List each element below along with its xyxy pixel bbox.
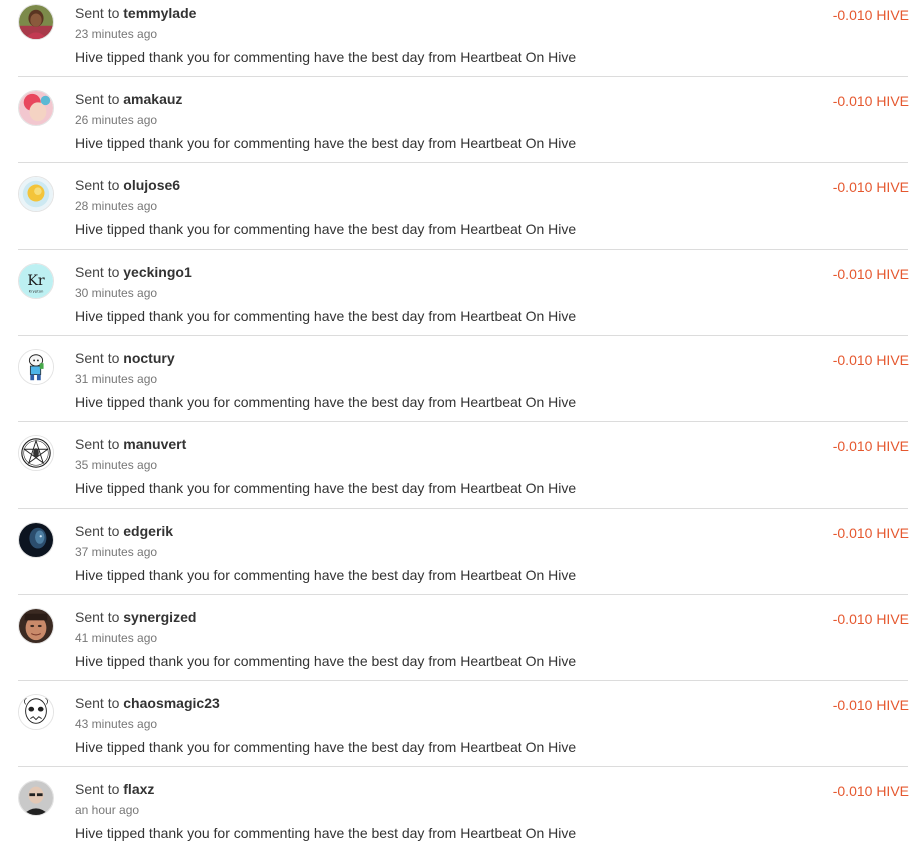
transfer-title: Sent to amakauz: [75, 91, 182, 108]
user-avatar-flaxz[interactable]: [18, 780, 54, 816]
transfer-memo: Hive tipped thank you for commenting hav…: [75, 825, 577, 841]
transfer-prefix: Sent to: [75, 350, 120, 366]
transfer-amount: -0.010 HIVE: [832, 525, 909, 541]
user-avatar-edgerik[interactable]: [18, 522, 54, 558]
timestamp: 37 minutes ago: [75, 545, 158, 559]
transfer-prefix: Sent to: [75, 695, 120, 711]
transfer-title: Sent to manuvert: [75, 436, 186, 453]
transfer-title: Sent to flaxz: [75, 781, 154, 798]
transfer-memo: Hive tipped thank you for commenting hav…: [75, 480, 577, 496]
transfer-memo: Hive tipped thank you for commenting hav…: [75, 567, 577, 583]
user-avatar-olujose6[interactable]: [18, 176, 54, 212]
recipient-link[interactable]: manuvert: [123, 436, 186, 452]
user-avatar-amakauz[interactable]: [18, 90, 54, 126]
transfer-amount: -0.010 HIVE: [832, 266, 909, 282]
transfer-amount: -0.010 HIVE: [832, 697, 909, 713]
transfer-amount: -0.010 HIVE: [832, 352, 909, 368]
transfer-amount: -0.010 HIVE: [832, 611, 909, 627]
recipient-link[interactable]: temmylade: [123, 5, 196, 21]
transfer-prefix: Sent to: [75, 91, 120, 107]
transfer-title: Sent to olujose6: [75, 177, 180, 194]
krypton-name-text: Krypton: [29, 289, 44, 293]
recipient-link[interactable]: noctury: [123, 350, 174, 366]
row-divider: [18, 680, 908, 681]
transfer-title: Sent to temmylade: [75, 5, 196, 22]
row-divider: [18, 594, 908, 595]
transfer-history-list: Sent to temmylade 23 minutes ago Hive ti…: [0, 0, 923, 848]
user-avatar-temmylade[interactable]: [18, 4, 54, 40]
row-divider: [18, 76, 908, 77]
row-divider: [18, 508, 908, 509]
recipient-link[interactable]: yeckingo1: [123, 264, 191, 280]
transfer-memo: Hive tipped thank you for commenting hav…: [75, 653, 577, 669]
user-avatar-chaosmagic23[interactable]: [18, 694, 54, 730]
timestamp: 35 minutes ago: [75, 458, 158, 472]
transfer-prefix: Sent to: [75, 523, 120, 539]
transfer-amount: -0.010 HIVE: [832, 7, 909, 23]
recipient-link[interactable]: edgerik: [123, 523, 173, 539]
transfer-amount: -0.010 HIVE: [832, 783, 909, 799]
row-divider: [18, 162, 908, 163]
transfer-memo: Hive tipped thank you for commenting hav…: [75, 394, 577, 410]
row-divider: [18, 766, 908, 767]
timestamp: 28 minutes ago: [75, 199, 158, 213]
transfer-title: Sent to yeckingo1: [75, 264, 192, 281]
timestamp: 31 minutes ago: [75, 372, 158, 386]
transfer-prefix: Sent to: [75, 609, 120, 625]
krypton-symbol-text: Kr: [27, 273, 45, 289]
recipient-link[interactable]: olujose6: [123, 177, 180, 193]
transfer-row: Sent to manuvert 35 minutes ago Hive tip…: [0, 433, 923, 519]
transfer-row: Sent to flaxz an hour ago Hive tipped th…: [0, 778, 923, 848]
row-divider: [18, 249, 908, 250]
recipient-link[interactable]: flaxz: [123, 781, 154, 797]
transfer-amount: -0.010 HIVE: [832, 93, 909, 109]
recipient-link[interactable]: chaosmagic23: [123, 695, 220, 711]
transfer-prefix: Sent to: [75, 436, 120, 452]
timestamp: 30 minutes ago: [75, 286, 158, 300]
transfer-memo: Hive tipped thank you for commenting hav…: [75, 308, 577, 324]
transfer-title: Sent to synergized: [75, 609, 196, 626]
recipient-link[interactable]: amakauz: [123, 91, 182, 107]
transfer-memo: Hive tipped thank you for commenting hav…: [75, 49, 577, 65]
transfer-title: Sent to noctury: [75, 350, 175, 367]
timestamp: 43 minutes ago: [75, 717, 158, 731]
timestamp: 26 minutes ago: [75, 113, 158, 127]
transfer-prefix: Sent to: [75, 5, 120, 21]
transfer-memo: Hive tipped thank you for commenting hav…: [75, 135, 577, 151]
user-avatar-noctury[interactable]: [18, 349, 54, 385]
timestamp: 23 minutes ago: [75, 27, 158, 41]
transfer-prefix: Sent to: [75, 781, 120, 797]
row-divider: [18, 421, 908, 422]
transfer-amount: -0.010 HIVE: [832, 438, 909, 454]
row-divider: [18, 335, 908, 336]
timestamp: 41 minutes ago: [75, 631, 158, 645]
transfer-memo: Hive tipped thank you for commenting hav…: [75, 739, 577, 755]
recipient-link[interactable]: synergized: [123, 609, 196, 625]
user-avatar-manuvert[interactable]: [18, 435, 54, 471]
transfer-title: Sent to edgerik: [75, 523, 173, 540]
transfer-title: Sent to chaosmagic23: [75, 695, 220, 712]
transfer-row: Sent to olujose6 28 minutes ago Hive tip…: [0, 174, 923, 260]
user-avatar-synergized[interactable]: [18, 608, 54, 644]
timestamp: an hour ago: [75, 803, 140, 817]
transfer-prefix: Sent to: [75, 177, 120, 193]
user-avatar-yeckingo1[interactable]: Kr Krypton: [18, 263, 54, 299]
transfer-memo: Hive tipped thank you for commenting hav…: [75, 221, 577, 237]
transfer-prefix: Sent to: [75, 264, 120, 280]
transfer-amount: -0.010 HIVE: [832, 179, 909, 195]
